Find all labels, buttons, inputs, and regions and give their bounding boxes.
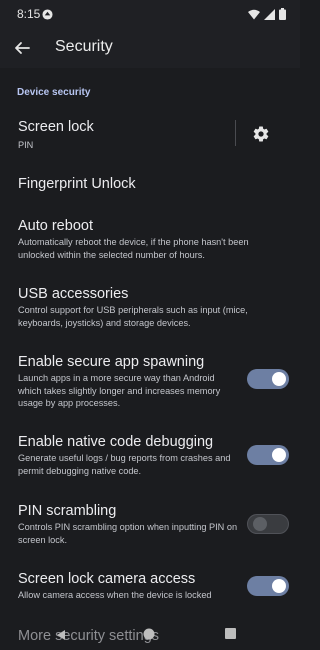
setting-summary: Controls PIN scrambling option when inpu…: [18, 522, 238, 545]
setting-screen-lock-camera-access[interactable]: Screen lock camera access Allow camera a…: [0, 570, 300, 610]
screen-lock-camera-toggle[interactable]: [247, 576, 289, 596]
secure-app-spawning-toggle[interactable]: [247, 369, 289, 389]
setting-title: PIN scrambling: [18, 503, 117, 519]
setting-title: Enable secure app spawning: [18, 354, 205, 370]
setting-title: Auto reboot: [18, 218, 93, 234]
toggle-knob: [272, 579, 286, 593]
setting-summary: Allow camera access when the device is l…: [18, 590, 212, 600]
battery-icon: [279, 8, 286, 20]
setting-title: Enable native code debugging: [18, 434, 214, 450]
toggle-knob: [253, 517, 267, 531]
toggle-knob: [272, 372, 286, 386]
status-bar: 8:15: [0, 0, 300, 28]
nav-recents-icon[interactable]: [225, 628, 236, 639]
setting-native-code-debugging[interactable]: Enable native code debugging Generate us…: [0, 431, 300, 481]
divider: [235, 120, 236, 146]
system-icons: [248, 8, 286, 20]
status-time: 8:15: [17, 7, 41, 21]
setting-title: USB accessories: [18, 286, 129, 302]
setting-usb-accessories[interactable]: USB accessories Control support for USB …: [0, 282, 300, 337]
setting-summary: Control support for USB peripherals such…: [18, 305, 248, 328]
setting-title: Fingerprint Unlock: [18, 176, 136, 192]
setting-secure-app-spawning[interactable]: Enable secure app spawning Launch apps i…: [0, 351, 300, 411]
page-title: Security: [55, 38, 113, 55]
section-header: Device security: [17, 87, 91, 98]
app-bar: Security: [0, 28, 300, 68]
setting-auto-reboot[interactable]: Auto reboot Automatically reboot the dev…: [0, 213, 300, 268]
nav-home-icon[interactable]: [143, 628, 155, 640]
wifi-icon: [248, 9, 260, 19]
setting-summary: Generate useful logs / bug reports from …: [18, 453, 231, 476]
setting-screen-lock[interactable]: Screen lock PIN: [0, 108, 300, 158]
setting-title: Screen lock: [18, 119, 94, 135]
pin-scrambling-toggle[interactable]: [247, 514, 289, 534]
native-code-debugging-toggle[interactable]: [247, 445, 289, 465]
setting-summary: Launch apps in a more secure way than An…: [18, 373, 221, 409]
settings-list: Device security Screen lock PIN Fingerpr…: [0, 68, 300, 650]
back-arrow-icon[interactable]: [10, 36, 34, 60]
setting-summary: PIN: [18, 140, 34, 150]
toggle-knob: [272, 448, 286, 462]
setting-title: Screen lock camera access: [18, 571, 196, 587]
setting-fingerprint-unlock[interactable]: Fingerprint Unlock: [0, 168, 300, 198]
signal-icon: [264, 8, 275, 20]
more-security-settings[interactable]: More security settings: [18, 628, 159, 644]
navigation-bar: More security settings: [0, 618, 300, 650]
gear-icon[interactable]: [252, 125, 270, 143]
setting-summary: Automatically reboot the device, if the …: [18, 237, 249, 260]
setting-pin-scrambling[interactable]: PIN scrambling Controls PIN scrambling o…: [0, 500, 300, 550]
nav-back-icon[interactable]: [56, 629, 66, 641]
notification-icon: [42, 9, 53, 20]
